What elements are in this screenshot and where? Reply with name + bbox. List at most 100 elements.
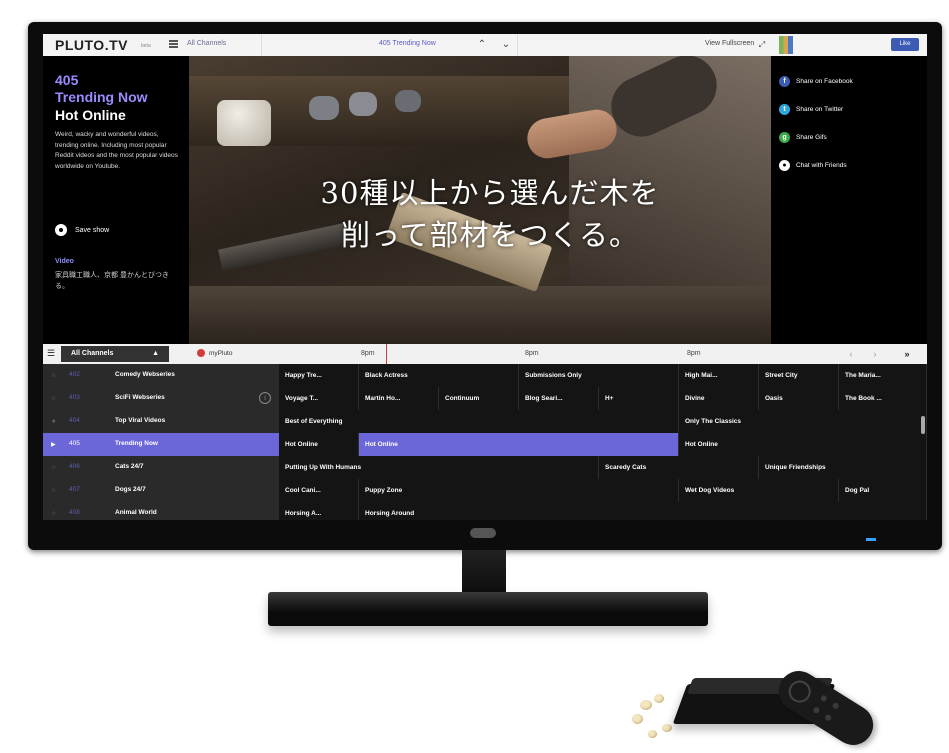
program-cell[interactable]: Best of Everything — [279, 410, 679, 433]
share-label: Share Gifs — [796, 134, 827, 141]
chat-with-friends-button[interactable]: ● Chat with Friends — [779, 160, 847, 171]
program-cell[interactable]: Martin Ho... — [359, 387, 439, 410]
program-cell[interactable]: Voyage T... — [279, 387, 359, 410]
remote-button — [831, 701, 840, 710]
program-cell[interactable]: Only The Classics — [679, 410, 927, 433]
program-cell[interactable]: Street City — [759, 364, 839, 387]
channel-name: Trending Now — [115, 440, 158, 447]
favorite-icon[interactable]: ☆ — [51, 464, 56, 471]
program-cell[interactable]: Unique Friendships — [759, 456, 927, 479]
next-page-icon[interactable]: » — [897, 347, 917, 361]
menu-icon[interactable] — [169, 40, 178, 48]
share-facebook-button[interactable]: f Share on Facebook — [779, 76, 853, 87]
top-bar: PLUTO.TV beta All Channels 405 Trending … — [43, 34, 927, 57]
fullscreen-icon[interactable]: ⤢ — [755, 38, 769, 52]
channel-name: Cats 24/7 — [115, 463, 144, 470]
favorite-icon[interactable]: ★ — [51, 418, 56, 425]
logo-suffix: beta — [141, 43, 151, 49]
all-channels-dropdown[interactable]: All Channels ▲ — [61, 346, 169, 362]
chat-icon: ● — [779, 160, 790, 171]
video-scene — [349, 92, 377, 116]
channel-cell[interactable]: ☆ 402 Comedy Webseries — [43, 364, 279, 387]
channel-down-icon[interactable]: ⌄ — [499, 38, 513, 52]
channel-number: 408 — [69, 509, 80, 516]
program-cell[interactable]: Cool Cani... — [279, 479, 359, 502]
favorite-icon[interactable]: ☆ — [51, 372, 56, 379]
save-show-label: Save show — [75, 226, 110, 234]
program-cell[interactable]: Oasis — [759, 387, 839, 410]
program-cell[interactable]: The Book ... — [839, 387, 927, 410]
mypluto-button[interactable]: myPluto — [197, 349, 232, 357]
program-cell[interactable]: Puppy Zone — [359, 479, 679, 502]
guide-row: ☆ 407 Dogs 24/7 Cool Cani... Puppy Zone … — [43, 479, 927, 503]
remote-button — [824, 713, 833, 722]
time-label: 8pm — [525, 350, 539, 357]
video-subtitle: 30種以上から選んだ木を 削って部材をつくる。 — [189, 172, 771, 256]
program-cell[interactable]: Wet Dog Videos — [679, 479, 839, 502]
pluto-logo[interactable]: PLUTO.TV — [55, 37, 128, 53]
record-icon — [197, 349, 205, 357]
program-cell[interactable]: Blog Seari... — [519, 387, 599, 410]
prev-arrow-icon[interactable]: ‹ — [841, 347, 861, 361]
popcorn — [640, 700, 652, 710]
video-player[interactable]: 30種以上から選んだ木を 削って部材をつくる。 — [189, 56, 771, 344]
program-cell[interactable]: H+ — [599, 387, 679, 410]
program-cell[interactable]: Dog Pal — [839, 479, 927, 502]
tv-power-led — [866, 538, 876, 541]
program-cell[interactable]: Putting Up With Humans — [279, 456, 599, 479]
tv-stand-base — [268, 592, 708, 626]
favorite-icon[interactable]: ☆ — [51, 510, 56, 517]
channel-number: 404 — [69, 417, 80, 424]
program-cell[interactable]: Black Actress — [359, 364, 519, 387]
channel-cell[interactable]: ☆ 406 Cats 24/7 — [43, 456, 279, 479]
all-channels-label: All Channels — [71, 350, 114, 357]
program-cell[interactable]: Horsing A... — [279, 502, 359, 520]
channel-number: 405 — [55, 72, 79, 88]
play-indicator-icon: ▶ — [51, 442, 56, 448]
program-cell[interactable]: Divine — [679, 387, 759, 410]
share-panel: f Share on Facebook t Share on Twitter g… — [771, 56, 927, 344]
program-cell[interactable]: The Maria... — [839, 364, 927, 387]
channel-name: SciFi Webseries — [115, 394, 165, 401]
channel-cell[interactable]: ☆ 407 Dogs 24/7 — [43, 479, 279, 502]
time-label: 8pm — [687, 350, 701, 357]
all-channels-link[interactable]: All Channels — [187, 40, 226, 47]
channel-cell[interactable]: ▶ 405 Trending Now — [43, 433, 279, 456]
share-gifs-button[interactable]: g Share Gifs — [779, 132, 827, 143]
program-cell[interactable]: Continuum — [439, 387, 519, 410]
mypluto-label: myPluto — [209, 349, 233, 357]
channel-cell[interactable]: ☆ 408 Animal World — [43, 502, 279, 520]
time-label: 8pm — [361, 350, 375, 357]
program-cell[interactable]: Hot Online — [679, 433, 927, 456]
save-show-button[interactable]: Save show — [55, 224, 109, 236]
facebook-like-button[interactable]: Like — [891, 38, 919, 51]
guide-menu-icon[interactable]: ☰ — [47, 348, 56, 359]
program-cell-current[interactable]: Hot Online — [359, 433, 679, 456]
program-cell[interactable]: Horsing Around — [359, 502, 927, 520]
program-cell[interactable]: Scaredy Cats — [599, 456, 759, 479]
video-scene — [217, 100, 271, 146]
program-cell[interactable]: Submissions Only — [519, 364, 679, 387]
now-arrow-icon[interactable]: › — [865, 347, 885, 361]
facebook-icon: f — [779, 76, 790, 87]
channel-cell[interactable]: ★ 404 Top Viral Videos — [43, 410, 279, 433]
video-label: Video — [55, 258, 74, 265]
info-icon[interactable]: i — [259, 392, 271, 404]
divider — [261, 34, 262, 56]
channel-up-icon[interactable]: ⌃ — [475, 38, 489, 52]
now-playing-title: 405 Trending Now — [379, 40, 436, 47]
popcorn — [654, 694, 664, 703]
favorite-icon[interactable]: ☆ — [51, 487, 56, 494]
gif-icon: g — [779, 132, 790, 143]
channel-cell[interactable]: ☆ 403 SciFi Webseries i — [43, 387, 279, 410]
program-cell[interactable]: High Mai... — [679, 364, 759, 387]
save-icon — [55, 224, 67, 236]
video-caption: 家具職工職人、京都 豊かんとびつきる。 — [55, 272, 169, 290]
program-cell[interactable]: Happy Tre... — [279, 364, 359, 387]
channel-name: Comedy Webseries — [115, 371, 175, 378]
share-twitter-button[interactable]: t Share on Twitter — [779, 104, 843, 115]
view-fullscreen-button[interactable]: View Fullscreen — [705, 40, 754, 47]
favorite-icon[interactable]: ☆ — [51, 395, 56, 402]
program-cell[interactable]: Hot Online — [279, 433, 359, 456]
guide-scrollbar[interactable] — [921, 416, 925, 434]
